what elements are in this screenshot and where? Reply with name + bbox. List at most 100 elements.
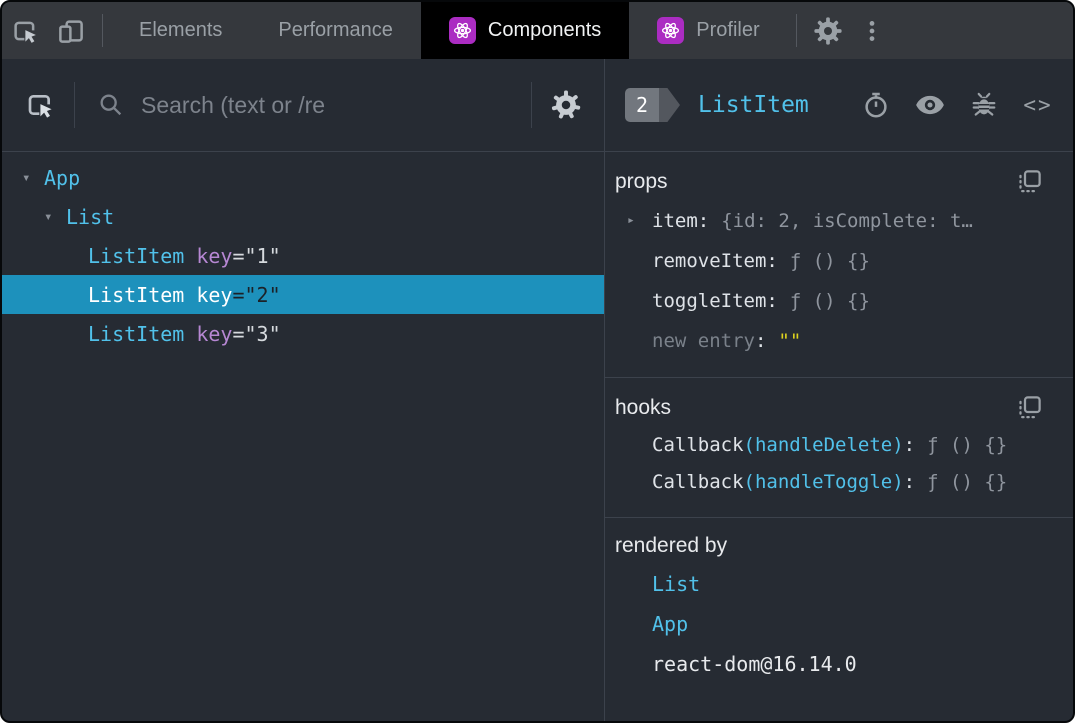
new-prop-placeholder[interactable]: new entry — [652, 330, 755, 352]
devtools-settings-button[interactable] — [805, 2, 851, 59]
tab-performance-label: Performance — [278, 19, 393, 41]
inspect-cursor-icon — [10, 16, 40, 46]
suspend-component-button[interactable] — [861, 90, 891, 120]
tab-performance[interactable]: Performance — [250, 2, 421, 59]
selected-component-header: 2 ListItem <> — [605, 59, 1073, 152]
component-name: List — [66, 204, 115, 229]
log-component-button[interactable] — [969, 90, 999, 120]
tab-elements[interactable]: Elements — [111, 2, 250, 59]
hook-row-handledelete[interactable]: Callback(handleDelete): ƒ () {} — [605, 427, 1057, 464]
tab-components[interactable]: Components — [420, 2, 630, 59]
react-dom-version: react-dom@16.14.0 — [652, 652, 857, 676]
copy-icon — [1016, 394, 1043, 421]
component-tree-pane: ▾ App ▾ List ListItem key="1" ListItem k… — [2, 59, 605, 721]
hook-type: Callback — [652, 434, 744, 456]
bug-icon — [969, 90, 999, 120]
props-section: props ▸ item: {id: 2, isComplete: t… rem… — [605, 152, 1073, 378]
rendered-by-app[interactable]: App — [605, 604, 1057, 644]
prop-row-removeitem[interactable]: removeItem: ƒ () {} — [605, 241, 1057, 281]
owner-link[interactable]: App — [652, 612, 688, 636]
owner-link[interactable]: List — [652, 572, 700, 596]
hook-value: ƒ () {} — [927, 434, 1008, 456]
eye-icon — [914, 89, 946, 121]
tree-row-listitem-1[interactable]: ListItem key ="1" — [2, 236, 604, 275]
code-brackets-icon: <> — [1023, 93, 1053, 117]
key-attr-value: ="3" — [232, 321, 281, 346]
badge-count: 2 — [625, 88, 659, 122]
hooks-section: hooks Callback(handleDelete): ƒ () {} Ca… — [605, 378, 1073, 518]
tree-row-list[interactable]: ▾ List — [2, 197, 604, 236]
prop-colon: : — [766, 290, 778, 312]
inspect-dom-button[interactable] — [915, 89, 945, 121]
hook-name: (handleDelete) — [743, 434, 904, 456]
prop-row-toggleitem[interactable]: toggleItem: ƒ () {} — [605, 281, 1057, 321]
hook-colon: : — [903, 471, 916, 493]
devtools-menu-button[interactable] — [851, 2, 893, 59]
prop-colon: : — [697, 210, 710, 232]
tree-toolbar — [2, 59, 604, 152]
key-attr-value: ="2" — [232, 282, 281, 307]
tree-row-listitem-2-selected[interactable]: ListItem key ="2" — [2, 275, 604, 314]
hook-name: (handleToggle) — [743, 471, 904, 493]
chevron-down-icon[interactable]: ▾ — [44, 209, 66, 225]
device-toolbar-button[interactable] — [48, 2, 94, 59]
select-component-button[interactable] — [16, 89, 64, 121]
copy-props-button[interactable] — [1016, 168, 1043, 195]
component-name: ListItem — [88, 243, 185, 268]
key-attr-name: key — [196, 321, 233, 346]
device-toolbar-icon — [56, 16, 86, 46]
toolbar-divider — [74, 82, 75, 128]
prop-row-item[interactable]: ▸ item: {id: 2, isComplete: t… — [605, 201, 1057, 241]
hook-type: Callback — [652, 471, 744, 493]
inspect-cursor-icon — [24, 89, 56, 121]
new-prop-value[interactable]: "" — [778, 330, 801, 352]
copy-icon — [1016, 168, 1043, 195]
view-source-button[interactable]: <> — [1023, 93, 1053, 117]
prop-value: ƒ () {} — [789, 250, 870, 272]
tab-bar-divider — [102, 14, 103, 47]
component-tree: ▾ App ▾ List ListItem key ="1" ListItem k… — [2, 152, 604, 353]
prop-value: ƒ () {} — [789, 290, 870, 312]
component-name: ListItem — [88, 321, 185, 346]
components-panel: ▾ App ▾ List ListItem key="1" ListItem k… — [2, 59, 1073, 721]
prop-colon: : — [766, 250, 778, 272]
key-attr-name: key — [196, 282, 233, 307]
tab-components-label: Components — [487, 19, 602, 41]
search-input[interactable] — [139, 90, 521, 120]
key-attr-name: key — [196, 243, 233, 268]
react-logo-icon — [657, 17, 685, 44]
badge-arrow-icon — [659, 88, 680, 122]
tree-row-listitem-3[interactable]: ListItem key ="3" — [2, 314, 604, 353]
props-section-title: props — [615, 169, 668, 193]
prop-value: {id: 2, isComplete: t… — [721, 210, 973, 232]
component-search — [85, 90, 521, 120]
tab-profiler[interactable]: Profiler — [629, 2, 787, 59]
selected-component-name: ListItem — [698, 92, 809, 118]
prop-name: item — [652, 210, 698, 232]
tree-row-app[interactable]: ▾ App — [2, 158, 604, 197]
devtools-tab-bar: Elements Performance Components Profiler — [2, 2, 1073, 59]
chevron-right-icon[interactable]: ▸ — [627, 201, 635, 241]
hook-colon: : — [903, 434, 916, 456]
copy-hooks-button[interactable] — [1016, 394, 1043, 421]
hook-value: ƒ () {} — [927, 471, 1008, 493]
tab-profiler-label: Profiler — [696, 19, 760, 41]
component-name: ListItem — [88, 282, 185, 307]
react-logo-icon — [448, 17, 476, 44]
prop-row-new-entry[interactable]: new entry: "" — [605, 321, 1057, 361]
kebab-menu-icon — [859, 18, 885, 44]
tab-elements-label: Elements — [139, 19, 223, 41]
prop-colon: : — [754, 330, 767, 352]
gear-icon — [812, 15, 844, 47]
inspect-element-button[interactable] — [2, 2, 48, 59]
hook-row-handletoggle[interactable]: Callback(handleToggle): ƒ () {} — [605, 464, 1057, 501]
toolbar-divider — [531, 82, 532, 128]
owners-stack-badge[interactable]: 2 — [625, 88, 680, 122]
tab-bar-divider — [795, 14, 797, 47]
component-name: App — [44, 165, 81, 190]
gear-icon — [549, 88, 583, 122]
chevron-down-icon[interactable]: ▾ — [22, 170, 44, 186]
prop-name: removeItem — [652, 250, 767, 272]
view-settings-button[interactable] — [542, 88, 590, 122]
rendered-by-list[interactable]: List — [605, 564, 1057, 604]
